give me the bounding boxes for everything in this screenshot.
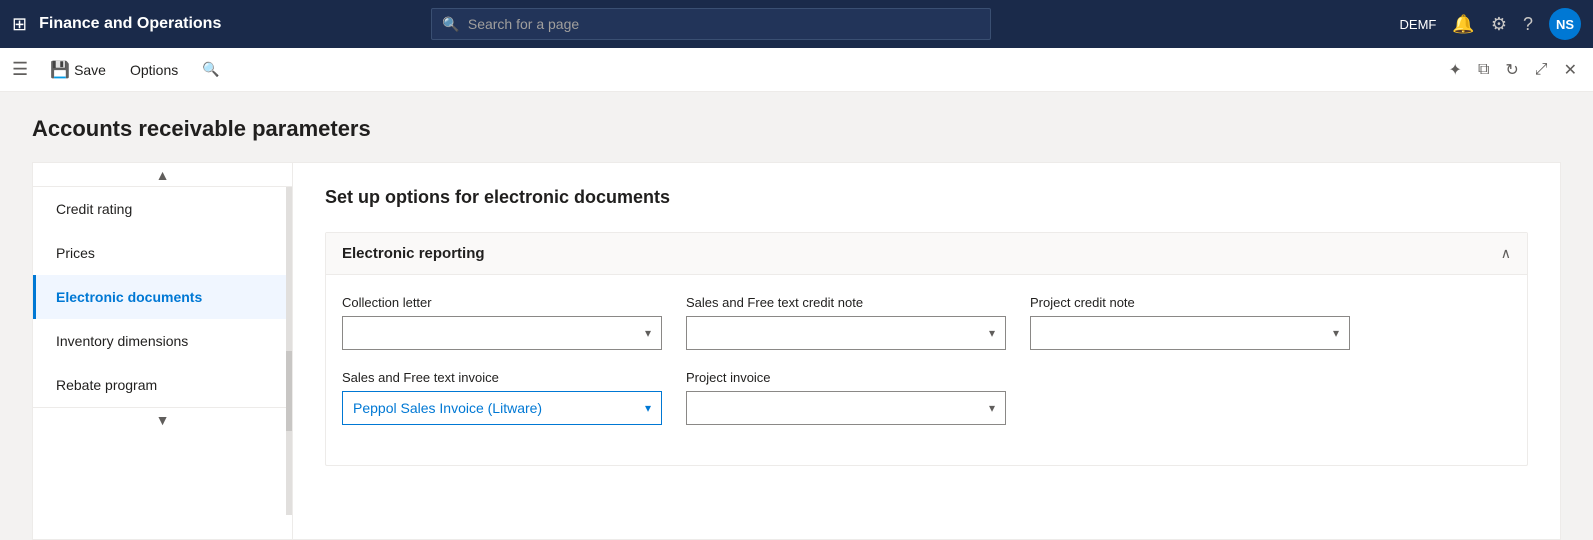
personalize-icon[interactable]: ✦ xyxy=(1445,56,1466,84)
er-section-header[interactable]: Electronic reporting ∧ xyxy=(326,233,1527,275)
select-project-invoice[interactable]: ▾ xyxy=(686,391,1006,425)
top-nav-right: DEMF 🔔 ⚙ ? NS xyxy=(1400,8,1581,40)
sidebar-item-credit-rating[interactable]: Credit rating xyxy=(33,187,292,231)
nav-scrollbar-thumb xyxy=(286,351,292,431)
form-row-1: Collection letter ▾ Sales and Free text … xyxy=(342,295,1511,350)
search-placeholder: Search for a page xyxy=(468,16,579,32)
main-area: ▲ Credit rating Prices Electronic docume… xyxy=(32,162,1561,540)
settings-icon[interactable]: ⚙ xyxy=(1491,14,1507,35)
page-title: Accounts receivable parameters xyxy=(32,116,1561,142)
top-navigation: ⊞ Finance and Operations 🔍 Search for a … xyxy=(0,0,1593,48)
chevron-down-icon: ▾ xyxy=(989,401,995,415)
nav-panel: ▲ Credit rating Prices Electronic docume… xyxy=(33,163,293,539)
form-group-collection-letter: Collection letter ▾ xyxy=(342,295,662,350)
chevron-down-icon: ▾ xyxy=(645,401,651,415)
sidebar-item-prices[interactable]: Prices xyxy=(33,231,292,275)
nav-scroll-up[interactable]: ▲ xyxy=(33,163,292,187)
content-panel: Set up options for electronic documents … xyxy=(293,163,1560,539)
user-avatar[interactable]: NS xyxy=(1549,8,1581,40)
content-section-header: Set up options for electronic documents xyxy=(325,187,1528,208)
help-icon[interactable]: ? xyxy=(1523,14,1533,35)
er-section-collapse-icon: ∧ xyxy=(1501,245,1511,262)
form-group-project-invoice: Project invoice ▾ xyxy=(686,370,1006,425)
select-collection-letter[interactable]: ▾ xyxy=(342,316,662,350)
search-icon: 🔍 xyxy=(442,16,459,33)
label-collection-letter: Collection letter xyxy=(342,295,662,310)
sidebar-item-electronic-documents[interactable]: Electronic documents xyxy=(33,275,292,319)
label-sales-free-text-invoice: Sales and Free text invoice xyxy=(342,370,662,385)
save-button[interactable]: 💾 Save xyxy=(40,54,116,86)
chevron-down-icon: ▾ xyxy=(1333,326,1339,340)
refresh-icon[interactable]: ↻ xyxy=(1501,56,1522,84)
chevron-down-icon: ▾ xyxy=(989,326,995,340)
close-icon[interactable]: ✕ xyxy=(1560,56,1581,84)
open-in-new-icon[interactable]: ⧉ xyxy=(1474,57,1493,83)
popout-icon[interactable]: ⤢ xyxy=(1531,57,1552,83)
select-sales-free-text-credit-note[interactable]: ▾ xyxy=(686,316,1006,350)
save-icon: 💾 xyxy=(50,60,70,80)
label-project-credit-note: Project credit note xyxy=(1030,295,1350,310)
select-project-credit-note[interactable]: ▾ xyxy=(1030,316,1350,350)
label-project-invoice: Project invoice xyxy=(686,370,1006,385)
app-title: Finance and Operations xyxy=(39,15,221,33)
er-section: Electronic reporting ∧ Collection letter… xyxy=(325,232,1528,466)
search-bar[interactable]: 🔍 Search for a page xyxy=(431,8,991,40)
page-container: Accounts receivable parameters ▲ Credit … xyxy=(0,92,1593,540)
form-group-sales-free-text-invoice: Sales and Free text invoice Peppol Sales… xyxy=(342,370,662,425)
nav-scrollbar xyxy=(286,187,292,515)
er-section-title: Electronic reporting xyxy=(342,245,485,262)
chevron-down-icon: ▾ xyxy=(645,326,651,340)
form-group-sales-free-text-credit-note: Sales and Free text credit note ▾ xyxy=(686,295,1006,350)
grid-icon[interactable]: ⊞ xyxy=(12,14,27,35)
notification-icon[interactable]: 🔔 xyxy=(1452,14,1474,35)
form-row-2: Sales and Free text invoice Peppol Sales… xyxy=(342,370,1511,425)
label-sales-free-text-credit-note: Sales and Free text credit note xyxy=(686,295,1006,310)
search-cmd-icon[interactable]: 🔍 xyxy=(192,55,229,84)
company-selector[interactable]: DEMF xyxy=(1400,17,1437,32)
cmd-bar-right: ✦ ⧉ ↻ ⤢ ✕ xyxy=(1445,56,1581,84)
nav-scroll-down[interactable]: ▼ xyxy=(33,407,292,431)
sidebar-item-inventory-dimensions[interactable]: Inventory dimensions xyxy=(33,319,292,363)
select-sales-free-text-invoice-value: Peppol Sales Invoice (Litware) xyxy=(353,400,542,416)
select-sales-free-text-invoice[interactable]: Peppol Sales Invoice (Litware) ▾ xyxy=(342,391,662,425)
hamburger-icon[interactable]: ☰ xyxy=(12,59,28,80)
sidebar-item-rebate-program[interactable]: Rebate program xyxy=(33,363,292,407)
options-button[interactable]: Options xyxy=(120,56,188,84)
er-section-body: Collection letter ▾ Sales and Free text … xyxy=(326,275,1527,465)
command-bar: ☰ 💾 Save Options 🔍 ✦ ⧉ ↻ ⤢ ✕ xyxy=(0,48,1593,92)
form-group-project-credit-note: Project credit note ▾ xyxy=(1030,295,1350,350)
